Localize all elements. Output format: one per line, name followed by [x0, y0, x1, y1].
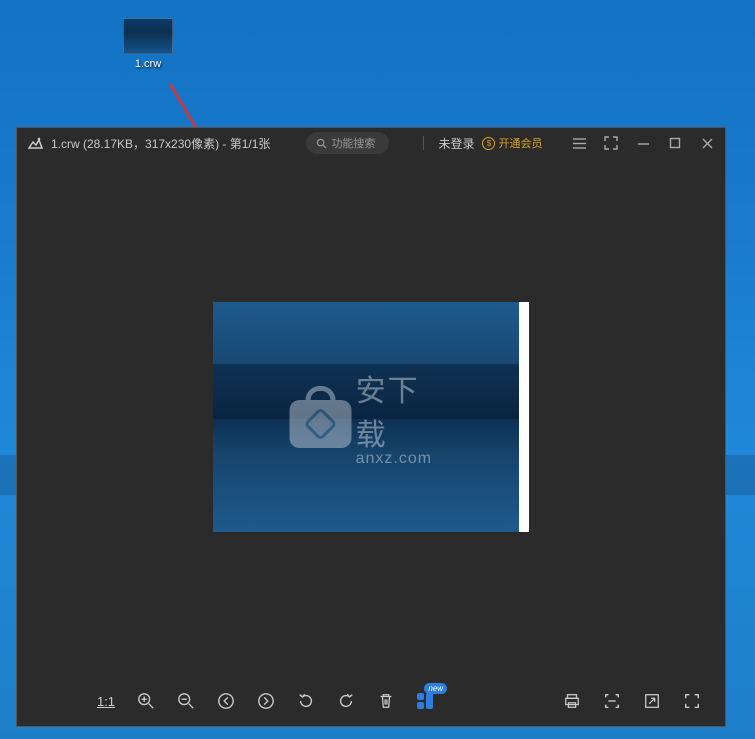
fit-corners-icon — [683, 692, 701, 710]
snap-button[interactable]: new — [417, 693, 433, 709]
window-title: 1.crw (28.17KB，317x230像素) - 第1/1张 — [51, 135, 270, 152]
titlebar: 1.crw (28.17KB，317x230像素) - 第1/1张 功能搜索 未… — [17, 128, 725, 158]
zoom-out-icon — [177, 692, 195, 710]
watermark: 安下载 anxz.com — [290, 366, 443, 468]
new-badge: new — [424, 683, 447, 694]
rotate-right-icon — [337, 692, 355, 710]
prev-button[interactable] — [217, 692, 235, 710]
fullscreen-button[interactable] — [603, 135, 619, 151]
desktop-file-icon[interactable]: 1.crw — [118, 18, 178, 70]
file-thumbnail — [123, 18, 173, 54]
expand-diag-icon — [643, 692, 661, 710]
app-logo-icon — [27, 136, 43, 150]
trash-icon — [377, 692, 395, 710]
zoom-in-icon — [137, 692, 155, 710]
bag-icon — [290, 386, 346, 448]
vip-badge[interactable]: $ 开通会员 — [482, 135, 542, 151]
divider — [423, 136, 424, 150]
hamburger-icon — [572, 136, 587, 151]
wallpaper-button[interactable] — [643, 692, 661, 710]
close-button[interactable] — [699, 135, 715, 151]
image-viewer-window: 1.crw (28.17KB，317x230像素) - 第1/1张 功能搜索 未… — [16, 127, 726, 727]
zoom-in-button[interactable] — [137, 692, 155, 710]
minimize-button[interactable] — [635, 135, 651, 151]
watermark-cn: 安下载 — [356, 366, 443, 454]
printer-icon — [563, 692, 581, 710]
tiles-icon — [417, 693, 433, 709]
rotate-left-button[interactable] — [297, 692, 315, 710]
vip-text: 开通会员 — [498, 135, 542, 151]
zoom-out-button[interactable] — [177, 692, 195, 710]
search-placeholder: 功能搜索 — [331, 135, 375, 151]
watermark-en: anxz.com — [356, 450, 443, 468]
image-canvas[interactable]: 安下载 anxz.com — [17, 158, 725, 676]
maximize-icon — [669, 137, 681, 149]
scan-button[interactable] — [603, 692, 621, 710]
print-button[interactable] — [563, 692, 581, 710]
image-preview: 安下载 anxz.com — [213, 302, 529, 532]
chevron-right-circle-icon — [257, 692, 275, 710]
bottom-toolbar: 1:1 — [17, 676, 725, 726]
chevron-left-circle-icon — [217, 692, 235, 710]
next-button[interactable] — [257, 692, 275, 710]
rotate-right-button[interactable] — [337, 692, 355, 710]
menu-button[interactable] — [571, 135, 587, 151]
file-label: 1.crw — [135, 58, 161, 70]
search-icon — [316, 138, 327, 149]
fit-button[interactable] — [683, 692, 701, 710]
close-icon — [701, 137, 714, 150]
rotate-left-icon — [297, 692, 315, 710]
coin-icon: $ — [482, 137, 495, 150]
ratio-button[interactable]: 1:1 — [97, 694, 115, 709]
maximize-button[interactable] — [667, 135, 683, 151]
scan-icon — [603, 692, 621, 710]
minimize-icon — [637, 137, 650, 150]
fullscreen-icon — [604, 136, 618, 150]
delete-button[interactable] — [377, 692, 395, 710]
login-link[interactable]: 未登录 — [438, 135, 474, 152]
search-input[interactable]: 功能搜索 — [306, 132, 389, 154]
